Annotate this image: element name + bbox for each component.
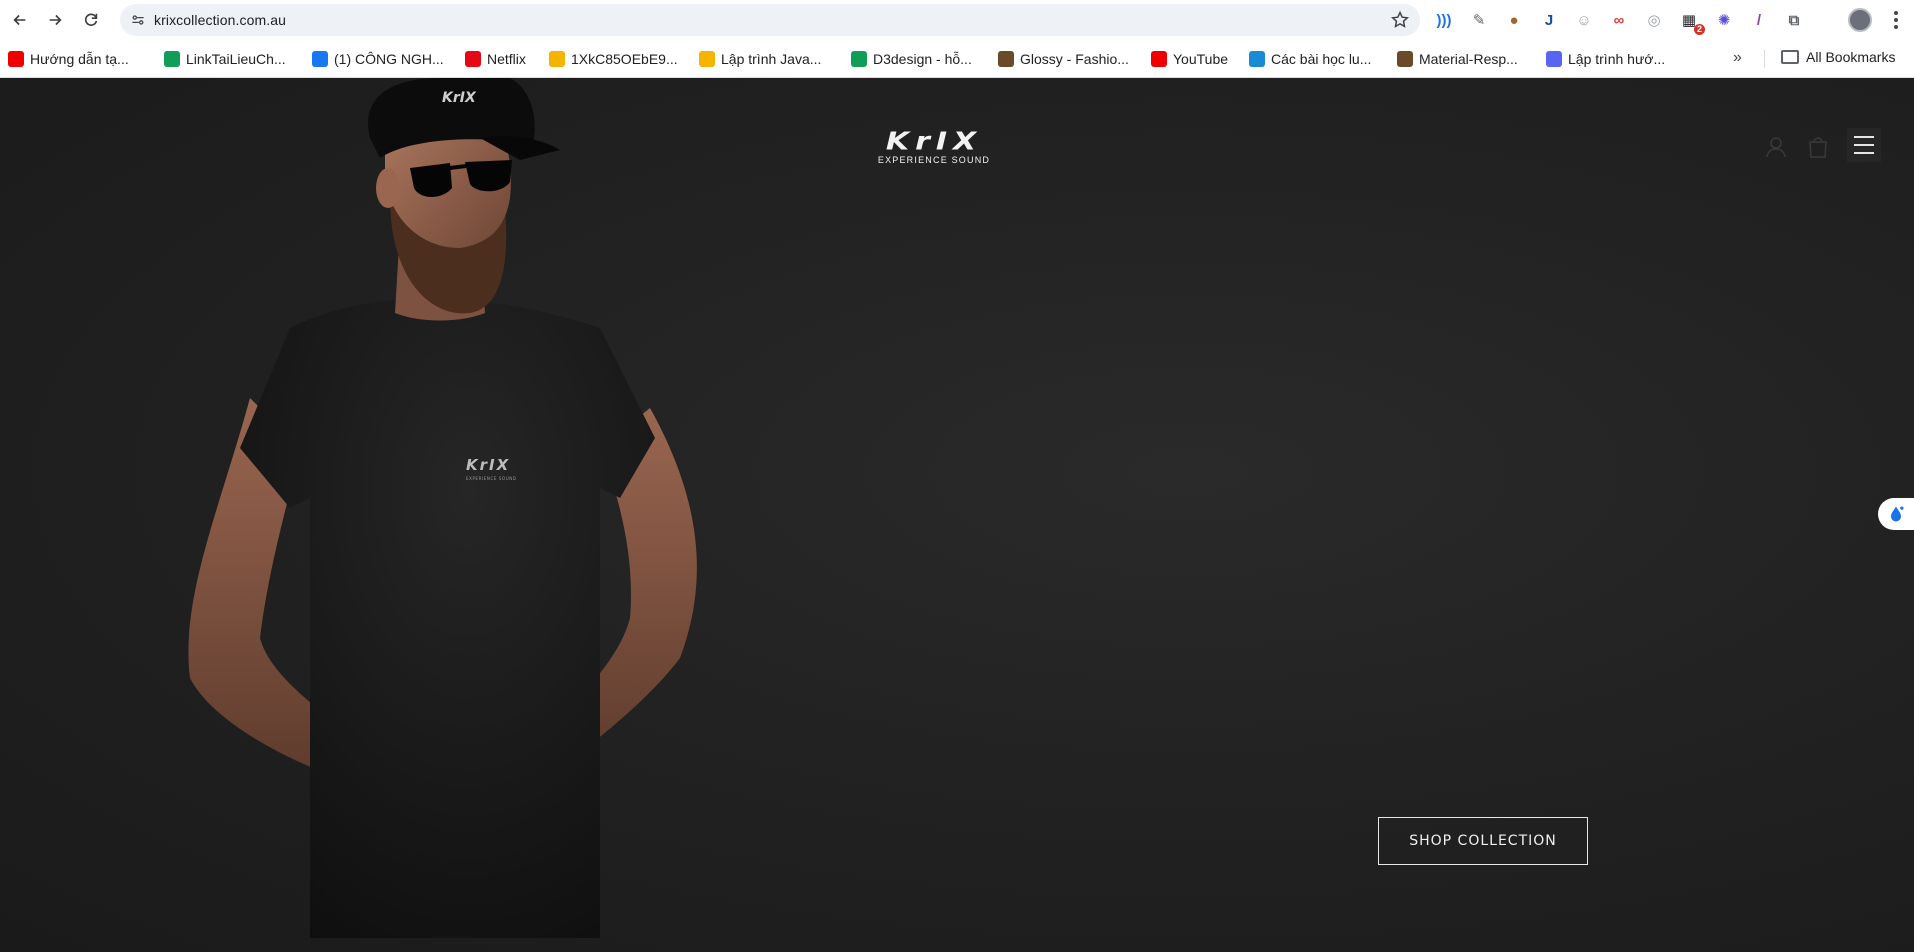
ext-eyedropper-icon[interactable]: ✎ — [1467, 8, 1491, 32]
krix-logo[interactable]: KrIX EXPERIENCE SOUND — [863, 128, 1005, 166]
browser-toolbar: krixcollection.com.au ))) ✎ ● J ☺ ∞ ◎ ▦ 2 ✺ / ⧉ — [0, 0, 1914, 40]
cap-logo: KrIX — [442, 90, 477, 106]
bookmark-item[interactable]: Các bài học lu... — [1249, 49, 1371, 69]
drive-icon — [549, 51, 565, 67]
shirt-logo: KrIX — [466, 456, 510, 474]
bookmark-item[interactable]: Lập trình Java... — [699, 49, 821, 69]
ext-j-icon[interactable]: J — [1537, 8, 1561, 32]
cart-icon[interactable] — [1805, 134, 1831, 160]
bookmarks-overflow-icon[interactable]: » — [1733, 49, 1742, 67]
bookmark-label: Hướng dẫn tạ... — [30, 51, 129, 67]
bookmarks-separator — [1764, 50, 1765, 68]
folder-icon — [1781, 50, 1799, 64]
facebook-icon — [312, 51, 328, 67]
youtube-icon — [1151, 51, 1167, 67]
ext-infinity-icon[interactable]: ∞ — [1607, 8, 1631, 32]
extensions-puzzle-icon[interactable]: ⧉ — [1782, 8, 1806, 32]
drive-icon — [699, 51, 715, 67]
extension-badge: 2 — [1693, 24, 1705, 35]
all-bookmarks-label: All Bookmarks — [1806, 49, 1896, 65]
sheets-icon — [164, 51, 180, 67]
ext-gear-icon[interactable]: ✺ — [1712, 8, 1736, 32]
forward-icon[interactable] — [37, 2, 73, 38]
logo-tagline: EXPERIENCE SOUND — [877, 155, 991, 165]
extensions-bar: ))) ✎ ● J ☺ ∞ ◎ ▦ 2 ✺ / ⧉ — [1432, 8, 1817, 35]
bookmark-item[interactable]: Glossy - Fashio... — [998, 49, 1129, 69]
bookmark-label: Material-Resp... — [1419, 51, 1518, 67]
bookmark-item[interactable]: D3design - hỗ... — [851, 49, 972, 69]
bookmark-item[interactable]: LinkTaiLieuCh... — [164, 49, 286, 69]
bookmark-label: Glossy - Fashio... — [1020, 51, 1129, 67]
url-text[interactable]: krixcollection.com.au — [154, 12, 286, 28]
profile-avatar[interactable] — [1848, 8, 1872, 32]
bookmark-item[interactable]: (1) CÔNG NGH... — [312, 49, 444, 69]
bookmark-star-icon[interactable] — [1390, 10, 1410, 30]
browser-menu-icon[interactable] — [1884, 6, 1908, 34]
address-bar[interactable]: krixcollection.com.au — [120, 4, 1420, 36]
bookmark-item[interactable]: Material-Resp... — [1397, 49, 1518, 69]
ext-face-icon[interactable]: ☺ — [1572, 8, 1596, 32]
site-icon — [1397, 51, 1413, 67]
bookmark-item[interactable]: Netflix — [465, 49, 526, 69]
logo-wordmark: KrIX — [885, 127, 983, 156]
hero-section: KrIX KrIX EXPERIENCE SOUND KrIX EXPERIEN… — [0, 78, 1914, 952]
ext-compass-icon[interactable]: ◎ — [1642, 8, 1666, 32]
ext-pen-icon[interactable]: / — [1747, 8, 1771, 32]
hero-model-image: KrIX KrIX EXPERIENCE SOUND — [188, 78, 697, 938]
ext-calendar-icon[interactable]: ▦ 2 — [1677, 8, 1705, 35]
site-info-icon[interactable] — [128, 10, 148, 30]
sheets-icon — [851, 51, 867, 67]
bookmark-label: Các bài học lu... — [1271, 51, 1372, 67]
bookmarks-bar: » All Bookmarks Hướng dẫn tạ... LinkTaiLi… — [0, 40, 1914, 78]
ts-icon — [1249, 51, 1265, 67]
accessibility-widget-icon[interactable] — [1878, 498, 1914, 530]
bookmark-item[interactable]: Lập trình hướ... — [1546, 49, 1665, 69]
bookmark-label: LinkTaiLieuCh... — [186, 51, 286, 67]
reload-icon[interactable] — [73, 2, 109, 38]
bookmark-label: Lập trình hướ... — [1568, 51, 1666, 67]
bookmark-label: Lập trình Java... — [721, 51, 822, 67]
bookmark-label: YouTube — [1173, 51, 1229, 67]
back-icon[interactable] — [2, 2, 38, 38]
shirt-tagline: EXPERIENCE SOUND — [466, 476, 517, 481]
bookmark-label: D3design - hỗ... — [873, 51, 972, 67]
bookmark-label: 1XkC85OEbE9... — [571, 51, 678, 67]
netflix-icon — [465, 51, 481, 67]
ext-cookie-icon[interactable]: ● — [1502, 8, 1526, 32]
bookmark-item[interactable]: YouTube — [1151, 49, 1228, 69]
ext-waves-icon[interactable]: ))) — [1432, 8, 1456, 32]
discord-icon — [1546, 51, 1562, 67]
youtube-icon — [8, 51, 24, 67]
bookmark-item[interactable]: Hướng dẫn tạ... — [8, 49, 129, 69]
bookmark-item[interactable]: 1XkC85OEbE9... — [549, 49, 678, 69]
bookmark-label: Netflix — [487, 51, 526, 67]
all-bookmarks-button[interactable]: All Bookmarks — [1781, 49, 1895, 65]
site-icon — [998, 51, 1014, 67]
account-icon[interactable] — [1763, 134, 1789, 160]
hamburger-menu-icon[interactable] — [1847, 128, 1881, 162]
shop-collection-button[interactable]: SHOP COLLECTION — [1378, 817, 1588, 865]
bookmark-label: (1) CÔNG NGH... — [334, 51, 444, 67]
